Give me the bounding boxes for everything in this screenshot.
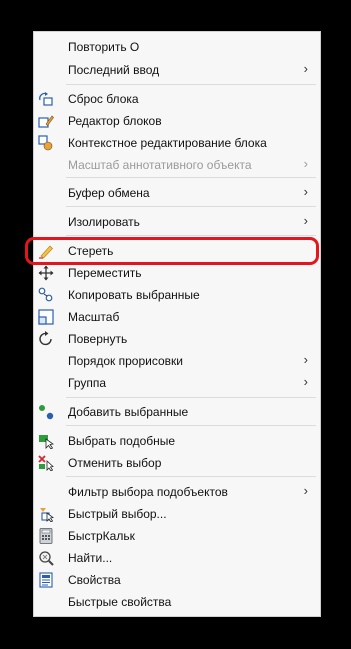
menu-item-label: Копировать выбранные: [68, 288, 200, 302]
chevron-right-icon: ›: [303, 483, 308, 498]
context-menu: Повторить О Последний ввод › Сброс блока…: [33, 31, 321, 617]
rotate-icon: [39, 331, 52, 346]
menu-item-reset-block[interactable]: Сброс блока: [34, 89, 320, 109]
menu-item-find[interactable]: Найти...: [34, 548, 320, 568]
menu-item-label: Добавить выбранные: [68, 405, 189, 419]
quick-select-icon: [40, 508, 54, 522]
menu-item-label: Контекстное редактирование блока: [68, 136, 267, 150]
menu-item-block-editor[interactable]: Редактор блоков: [34, 111, 320, 131]
menu-separator: [66, 206, 316, 207]
menu-item-copy-selection[interactable]: Копировать выбранные: [34, 285, 320, 305]
menu-item-label: Повторить О: [68, 40, 140, 54]
menu-item-inplace-edit[interactable]: Контекстное редактирование блока: [34, 133, 320, 153]
menu-item-select-similar[interactable]: Выбрать подобные: [34, 431, 320, 451]
menu-item-last-input[interactable]: Последний ввод ›: [34, 60, 320, 80]
menu-item-group[interactable]: Группа ›: [34, 373, 320, 393]
menu-item-scale[interactable]: Масштаб: [34, 307, 320, 327]
menu-separator: [66, 235, 316, 236]
chevron-right-icon: ›: [303, 156, 308, 171]
menu-item-label: Масштаб: [68, 310, 120, 324]
menu-separator: [66, 476, 316, 477]
chevron-right-icon: ›: [303, 61, 308, 76]
properties-icon: [39, 572, 53, 588]
menu-item-properties[interactable]: Свойства: [34, 570, 320, 590]
reset-block-icon: [39, 92, 53, 106]
menu-item-label: Масштаб аннотативного объекта: [68, 158, 252, 172]
move-icon: [38, 265, 54, 281]
menu-item-label: Фильтр выбора подобъектов: [68, 485, 228, 499]
chevron-right-icon: ›: [303, 184, 308, 199]
menu-item-quick-select[interactable]: Быстрый выбор...: [34, 504, 320, 524]
calculator-icon: [39, 528, 53, 544]
menu-separator: [66, 397, 316, 398]
select-similar-icon: [39, 435, 54, 449]
menu-item-clipboard[interactable]: Буфер обмена ›: [34, 183, 320, 203]
menu-item-label: Последний ввод: [68, 63, 160, 77]
inplace-edit-icon: [38, 135, 53, 151]
menu-item-move[interactable]: Переместить: [34, 263, 320, 283]
menu-item-label: Изолировать: [68, 215, 140, 229]
menu-item-add-selected[interactable]: Добавить выбранные: [34, 402, 320, 422]
menu-item-label: Свойства: [68, 573, 121, 587]
menu-separator: [66, 177, 316, 178]
menu-separator: [66, 425, 316, 426]
menu-separator: [66, 84, 316, 85]
scale-icon: [38, 309, 54, 325]
menu-item-label: Порядок прорисовки: [68, 354, 183, 368]
menu-item-label: Редактор блоков: [68, 114, 162, 128]
chevron-right-icon: ›: [303, 213, 308, 228]
erase-highlight-frame: [25, 237, 319, 265]
chevron-right-icon: ›: [303, 352, 308, 367]
menu-item-subobject-filter[interactable]: Фильтр выбора подобъектов ›: [34, 482, 320, 502]
block-editor-icon: [38, 115, 54, 128]
menu-item-label: Быстрый выбор...: [68, 507, 167, 521]
menu-item-label: Отменить выбор: [68, 456, 162, 470]
menu-item-isolate[interactable]: Изолировать ›: [34, 212, 320, 232]
add-selected-icon: [39, 405, 54, 420]
menu-item-label: Быстрые свойства: [68, 595, 172, 609]
deselect-icon: [38, 455, 54, 471]
copy-icon: [38, 287, 53, 302]
menu-item-quickcalc[interactable]: БыстрКальк: [34, 526, 320, 546]
menu-item-label: Повернуть: [68, 332, 128, 346]
chevron-right-icon: ›: [303, 374, 308, 389]
menu-item-deselect[interactable]: Отменить выбор: [34, 453, 320, 473]
menu-item-rotate[interactable]: Повернуть: [34, 329, 320, 349]
menu-item-quick-properties[interactable]: Быстрые свойства: [34, 592, 320, 612]
menu-item-draw-order[interactable]: Порядок прорисовки ›: [34, 351, 320, 371]
menu-item-label: Буфер обмена: [68, 186, 150, 200]
menu-item-label: Сброс блока: [68, 92, 139, 106]
menu-item-annotative-scale: Масштаб аннотативного объекта ›: [34, 155, 320, 175]
menu-item-label: Переместить: [68, 266, 142, 280]
find-icon: [39, 551, 54, 566]
menu-item-label: Найти...: [68, 551, 113, 565]
menu-item-label: БыстрКальк: [68, 529, 135, 543]
menu-item-label: Группа: [68, 376, 107, 390]
menu-item-repeat[interactable]: Повторить О: [34, 37, 320, 57]
menu-item-label: Выбрать подобные: [68, 434, 176, 448]
